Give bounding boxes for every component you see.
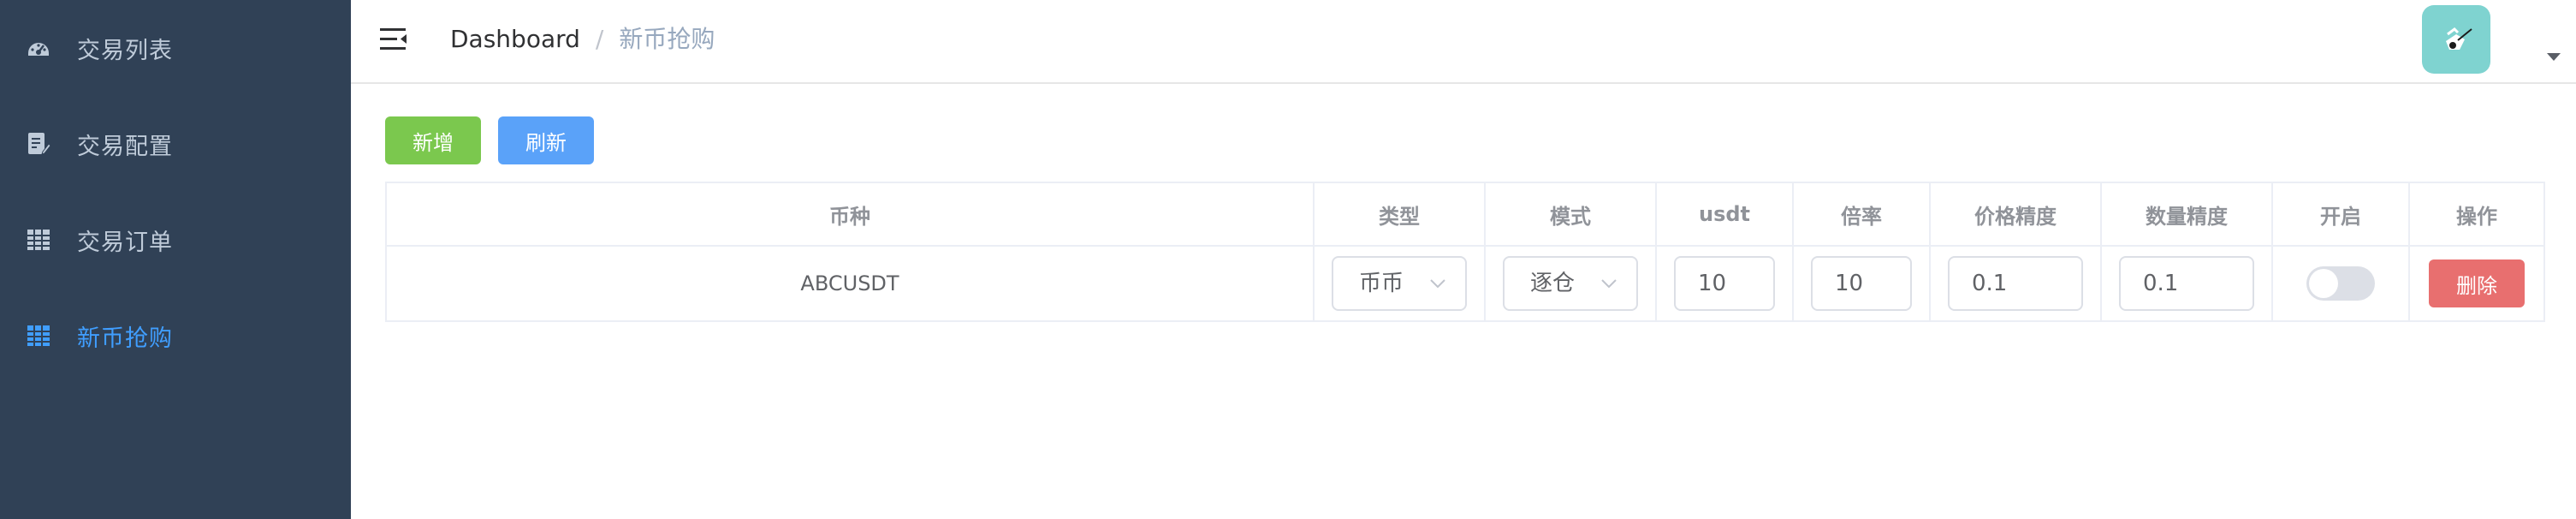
chevron-down-icon	[1429, 273, 1446, 290]
sidebar: 交易列表 交易配置 交易订单 新币抢购	[0, 0, 351, 519]
add-button[interactable]: 新增	[385, 116, 481, 164]
table-icon	[24, 225, 53, 254]
column-header-usdt: usdt	[1698, 202, 1751, 226]
mode-select-value: 逐仓	[1530, 271, 1576, 296]
sidebar-item-label: 交易列表	[77, 37, 173, 64]
column-header-enabled: 开启	[2320, 204, 2361, 229]
column-header-mode: 模式	[1550, 204, 1591, 229]
column-header-quantity-precision: 数量精度	[2146, 204, 2228, 229]
dashboard-icon	[24, 33, 53, 63]
sidebar-item-label: 交易配置	[77, 133, 173, 160]
sidebar-item-label: 交易订单	[77, 229, 173, 256]
leverage-input[interactable]	[1811, 256, 1912, 311]
breadcrumb-item-current: 新币抢购	[619, 25, 715, 53]
delete-button[interactable]: 删除	[2429, 260, 2525, 307]
breadcrumb-item-dashboard[interactable]: Dashboard	[450, 25, 580, 53]
avatar[interactable]	[2422, 5, 2490, 74]
quantity-precision-input[interactable]	[2119, 256, 2254, 311]
sidebar-item-label: 新币抢购	[77, 325, 173, 352]
cell-price-precision	[1931, 247, 2100, 320]
sidebar-item-trade-list[interactable]: 交易列表	[0, 0, 351, 96]
cell-leverage	[1794, 247, 1929, 320]
type-select[interactable]: 币币	[1332, 256, 1467, 311]
toggle-knob	[2309, 269, 2338, 298]
type-select-value: 币币	[1359, 271, 1404, 296]
sidebar-item-new-coin-snipe[interactable]: 新币抢购	[0, 288, 351, 384]
column-header-price-precision: 价格精度	[1974, 204, 2057, 229]
cell-enabled	[2273, 247, 2408, 320]
caret-down-icon[interactable]	[2547, 53, 2561, 61]
cell-quantity-precision	[2102, 247, 2271, 320]
cell-actions: 删除	[2410, 247, 2543, 320]
sidebar-item-trade-config[interactable]: 交易配置	[0, 96, 351, 192]
cell-usdt	[1657, 247, 1792, 320]
sidebar-item-trade-orders[interactable]: 交易订单	[0, 192, 351, 288]
breadcrumb-separator: /	[595, 25, 604, 53]
breadcrumb: Dashboard / 新币抢购	[450, 24, 715, 55]
hamburger-icon[interactable]	[378, 24, 409, 55]
column-header-leverage: 倍率	[1841, 204, 1882, 229]
column-header-symbol: 币种	[829, 204, 870, 229]
column-header-actions: 操作	[2456, 204, 2497, 229]
cell-mode: 逐仓	[1486, 247, 1655, 320]
price-precision-input[interactable]	[1948, 256, 2083, 311]
form-edit-icon	[24, 129, 53, 158]
table-icon	[24, 321, 53, 350]
chevron-down-icon	[1600, 273, 1617, 290]
navbar: Dashboard / 新币抢购	[351, 0, 2576, 84]
refresh-button[interactable]: 刷新	[498, 116, 594, 164]
column-header-type: 类型	[1379, 204, 1420, 229]
cell-symbol: ABCUSDT	[800, 271, 899, 295]
data-table: 币种 类型 模式 usdt 倍率 价格精度 数量精度 开启 操作 ABCUSDT…	[385, 182, 2545, 322]
cell-type: 币币	[1315, 247, 1484, 320]
usdt-input[interactable]	[1674, 256, 1775, 311]
enabled-toggle[interactable]	[2306, 266, 2375, 301]
mode-select[interactable]: 逐仓	[1503, 256, 1638, 311]
